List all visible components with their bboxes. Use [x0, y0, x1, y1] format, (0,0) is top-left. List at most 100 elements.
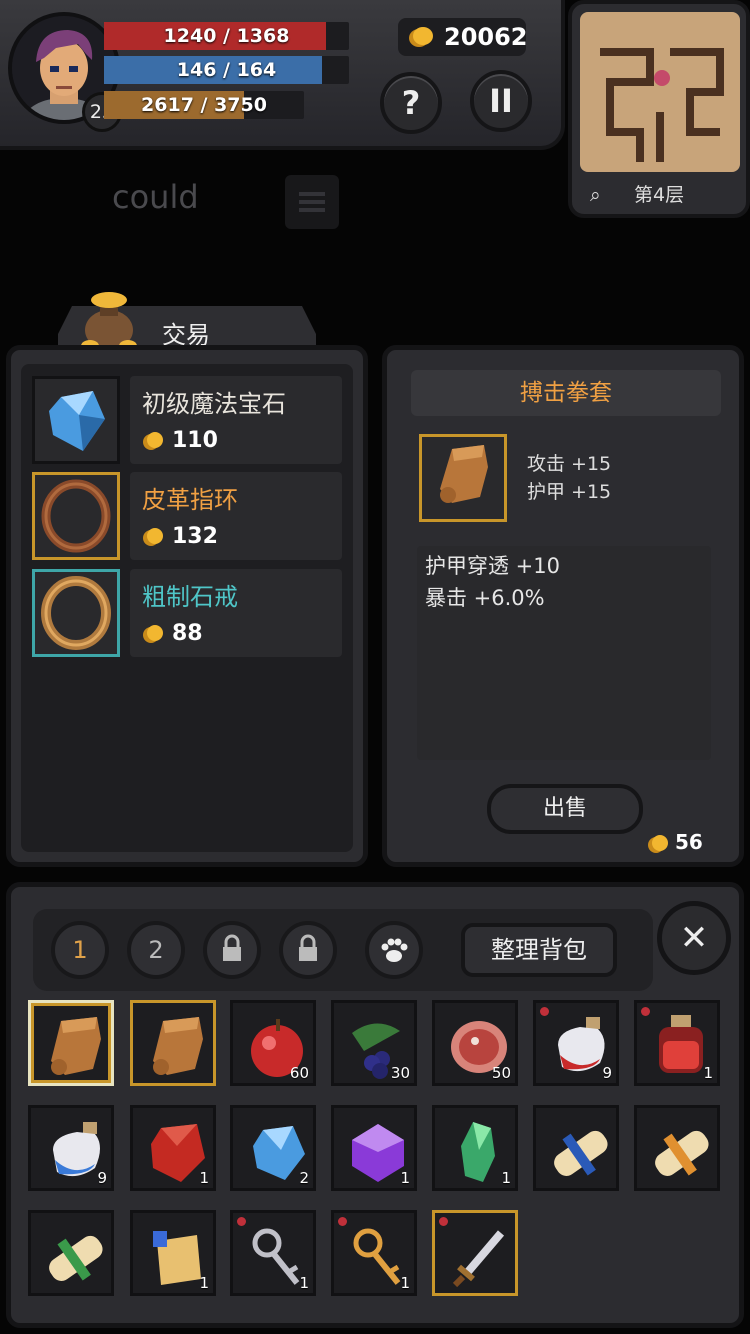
inventory-slot[interactable]: 1	[432, 1105, 518, 1191]
inventory-slot[interactable]	[634, 1105, 720, 1191]
trade-item-price: 88	[142, 621, 203, 646]
orange-scroll-icon	[655, 1130, 709, 1176]
stat-armor: 护甲 +15	[527, 481, 612, 503]
sort-inventory-button[interactable]: 整理背包	[461, 923, 617, 977]
trade-item-info: 初级魔法宝石 110	[130, 376, 342, 464]
faded-overlay-text: could	[112, 178, 199, 216]
trade-item-name: 粗制石戒	[142, 583, 238, 611]
inventory-slot[interactable]	[533, 1105, 619, 1191]
close-button[interactable]: ✕	[657, 901, 731, 975]
gauntlet-icon	[440, 445, 488, 503]
help-button[interactable]: ?	[380, 72, 442, 134]
search-icon: ⌕	[590, 184, 601, 206]
item-base-stats: 攻击 +15 护甲 +15	[527, 450, 611, 506]
gold-amount: 20062	[444, 23, 528, 51]
trade-item-info: 粗制石戒 88	[130, 569, 342, 657]
inventory-slot[interactable]: 50	[432, 1000, 518, 1086]
trade-item-price-value: 132	[172, 524, 218, 549]
new-item-dot	[439, 1217, 448, 1226]
gauntlet-icon	[51, 1017, 101, 1075]
new-item-dot	[641, 1007, 650, 1016]
inventory-slot[interactable]: 1	[634, 1000, 720, 1086]
floor-indicator: ⌕ 第4层	[590, 180, 730, 210]
inventory-slot[interactable]: 1	[130, 1210, 216, 1296]
mp-bar: 146 / 164	[104, 56, 349, 84]
coin-icon	[143, 625, 163, 643]
inventory-slot[interactable]	[130, 1000, 216, 1086]
trade-item-row[interactable]: 粗制石戒 88	[32, 569, 354, 657]
inventory-slot[interactable]	[432, 1210, 518, 1296]
lock-icon	[223, 934, 241, 961]
coin-icon	[648, 834, 668, 853]
inventory-slot[interactable]: 60	[230, 1000, 316, 1086]
blue-scroll-icon	[554, 1130, 608, 1176]
inventory-slot[interactable]: 1	[230, 1210, 316, 1296]
inventory-tab-locked[interactable]	[203, 921, 261, 979]
stone-ring-icon	[41, 576, 111, 650]
xp-text: 2617 / 3750	[141, 94, 267, 116]
coin-bag-icon	[81, 292, 137, 352]
coin-icon	[409, 27, 433, 47]
item-count: 1	[299, 1274, 309, 1292]
inventory-tab-locked[interactable]	[279, 921, 337, 979]
trade-item-info: 皮革指环 132	[130, 472, 342, 560]
inventory-slot[interactable]: 1	[130, 1105, 216, 1191]
trade-item-slot[interactable]	[32, 376, 120, 464]
item-count: 1	[199, 1274, 209, 1292]
inventory-slot[interactable]	[28, 1210, 114, 1296]
list-icon	[299, 192, 325, 212]
new-item-dot	[338, 1217, 347, 1226]
trade-item-row[interactable]: 初级魔法宝石 110	[32, 376, 354, 464]
item-count: 9	[97, 1169, 107, 1187]
item-count: 2	[299, 1169, 309, 1187]
inventory-slot[interactable]: 9	[533, 1000, 619, 1086]
item-extra-stats: 护甲穿透 +10 暴击 +6.0%	[417, 546, 711, 760]
trade-item-slot[interactable]	[32, 472, 120, 560]
gauntlet-icon	[153, 1017, 203, 1075]
item-count: 1	[400, 1274, 410, 1292]
trade-item-price: 132	[142, 524, 218, 549]
new-item-dot	[237, 1217, 246, 1226]
inventory-tab-2[interactable]: 2	[127, 921, 185, 979]
lock-icon	[299, 934, 317, 961]
trade-item-name: 皮革指环	[142, 486, 238, 514]
inventory-slot[interactable]: 1	[331, 1210, 417, 1296]
inventory-tabs: 1 2 整理背包	[33, 909, 653, 991]
trade-item-row[interactable]: 皮革指环 132	[32, 472, 354, 560]
inventory-tab-pet[interactable]	[365, 921, 423, 979]
dagger-icon	[452, 1230, 505, 1288]
item-count: 9	[602, 1064, 612, 1082]
trade-item-price-value: 110	[172, 428, 218, 453]
sell-price-value: 56	[675, 830, 703, 854]
green-scroll-icon	[49, 1235, 103, 1281]
stat-critical: 暴击 +6.0%	[425, 586, 545, 610]
item-detail-title: 搏击拳套	[411, 370, 721, 416]
inventory-slot[interactable]: 2	[230, 1105, 316, 1191]
xp-bar: 2617 / 3750	[104, 91, 304, 119]
trade-item-slot[interactable]	[32, 569, 120, 657]
mp-text: 146 / 164	[176, 59, 277, 81]
coin-icon	[143, 528, 163, 546]
trade-item-name: 初级魔法宝石	[142, 390, 286, 418]
inventory-slot[interactable]	[28, 1000, 114, 1086]
minimap[interactable]: ⌕ 第4层	[568, 0, 750, 218]
pause-button[interactable]: II	[470, 70, 532, 132]
new-item-dot	[540, 1007, 549, 1016]
stat-armor-penetration: 护甲穿透 +10	[425, 554, 560, 578]
sell-button[interactable]: 出售	[487, 784, 643, 834]
inventory-tab-1[interactable]: 1	[51, 921, 109, 979]
trade-item-price: 110	[142, 428, 218, 453]
item-count: 1	[501, 1169, 511, 1187]
item-count: 30	[390, 1064, 410, 1082]
inventory-slot[interactable]: 1	[331, 1105, 417, 1191]
item-count: 50	[491, 1064, 511, 1082]
inventory-slot[interactable]: 9	[28, 1105, 114, 1191]
status-hud: 25 1240 / 1368 146 / 164 2617 / 3750 200…	[0, 0, 565, 150]
inventory-slot[interactable]: 30	[331, 1000, 417, 1086]
coin-icon	[143, 432, 163, 450]
item-count: 1	[703, 1064, 713, 1082]
blue-gem-icon	[49, 391, 105, 451]
hp-bar: 1240 / 1368	[104, 22, 349, 50]
item-count: 1	[400, 1169, 410, 1187]
menu-list-icon[interactable]	[285, 175, 339, 229]
